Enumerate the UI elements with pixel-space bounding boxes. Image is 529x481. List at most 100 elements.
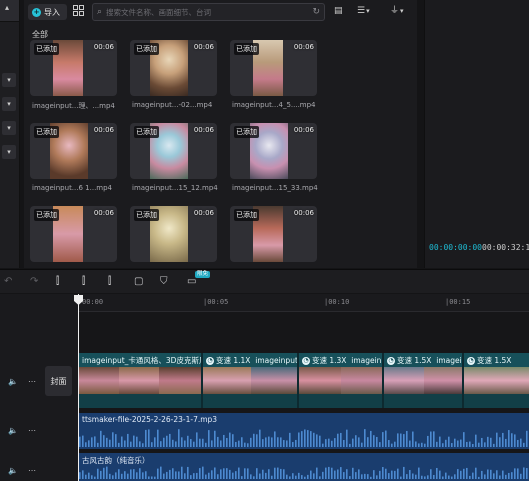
shield-icon[interactable]: ⛉	[160, 276, 168, 287]
clip-label: imageinput_	[255, 356, 299, 365]
video-clip[interactable]: ◔ 变速 1.1X imageinput_	[203, 353, 299, 408]
chevron-down-icon: ▾	[400, 7, 404, 15]
filter-icon: ⏚	[390, 6, 400, 16]
more-icon[interactable]: ⋯	[28, 466, 36, 475]
clip-label: 变速 1.5X	[397, 356, 432, 365]
video-clip[interactable]: ◔ 变速 1.3X imagein	[299, 353, 384, 408]
duration-label: 00:06	[193, 126, 214, 134]
current-timecode: 00:00:00:00	[429, 243, 482, 252]
delete-icon[interactable]: ▢	[134, 276, 143, 287]
speed-icon: ◔	[387, 357, 395, 365]
expand-chevron-button[interactable]: ▾	[2, 97, 16, 111]
added-badge: 已添加	[134, 209, 159, 221]
playhead[interactable]	[78, 294, 79, 481]
ruler-label: |00:15	[445, 298, 471, 306]
chevron-down-icon: ▾	[7, 76, 11, 84]
import-label: 导入	[44, 7, 60, 17]
split-icon[interactable]: ⫿	[56, 276, 59, 287]
view-toggle-button[interactable]: ▤	[334, 5, 343, 18]
expand-chevron-button[interactable]: ▾	[2, 121, 16, 135]
added-badge: 已添加	[34, 126, 59, 138]
search-placeholder: 搜索文件名称、画面细节、台词	[106, 7, 212, 17]
more-icon[interactable]: ⋯	[28, 426, 36, 435]
media-filename: imageinput...4_5....mp4	[232, 101, 316, 109]
speaker-icon[interactable]: 🔈	[8, 426, 18, 435]
added-badge: 已添加	[34, 209, 59, 221]
timeline-toolbar	[0, 269, 529, 293]
import-button[interactable]: + 导入	[28, 4, 67, 20]
media-filename: imageinput...-02...mp4	[132, 101, 213, 109]
clip-label: 变速 1.1X	[216, 356, 251, 365]
search-icon: ⌕	[97, 7, 103, 17]
added-badge: 已添加	[134, 126, 159, 138]
audio-track[interactable]: ttsmaker-file-2025-2-26-23-1-7.mp3	[79, 413, 529, 449]
player-panel	[424, 0, 529, 268]
sort-button[interactable]: ☰ ▾	[357, 5, 370, 18]
media-card[interactable]: 已添加 00:06	[230, 40, 317, 96]
media-card[interactable]: 已添加 00:06	[130, 123, 217, 179]
media-card[interactable]: 已添加 00:06	[230, 206, 317, 262]
duration-label: 00:06	[293, 209, 314, 217]
split-right-icon[interactable]: ⫿	[108, 276, 111, 287]
expand-chevron-button[interactable]: ▾	[2, 145, 16, 159]
media-card[interactable]: 已添加 00:06	[30, 40, 117, 96]
speed-icon: ◔	[206, 357, 214, 365]
collapse-button[interactable]: ▴	[0, 0, 19, 22]
media-filename: imageinput...15_12.mp4	[132, 184, 218, 192]
media-filename: imageinput...6 1...mp4	[32, 184, 113, 192]
split-left-icon[interactable]: ⫿	[82, 276, 85, 287]
list-view-icon: ▤	[334, 6, 343, 16]
video-clip[interactable]: ◔ 变速 1.5X imagei	[384, 353, 464, 408]
clip-label: 变速 1.5X	[477, 356, 512, 365]
grid-view-icon[interactable]	[72, 5, 85, 18]
audio-waveform	[79, 466, 528, 479]
audio-clip-label: ttsmaker-file-2025-2-26-23-1-7.mp3	[82, 415, 218, 424]
expand-chevron-button[interactable]: ▾	[2, 73, 16, 87]
chevron-down-icon: ▾	[7, 148, 11, 156]
clip-label: imageinput_卡通风格、3D皮克斯风	[82, 356, 203, 365]
added-badge: 已添加	[134, 43, 159, 55]
redo-icon[interactable]: ↷	[30, 276, 38, 287]
audio-track[interactable]: 古风古韵（纯音乐）	[79, 453, 529, 481]
duration-label: 00:06	[93, 43, 114, 51]
media-filename: imageinput...理、...mp4	[32, 102, 115, 110]
refresh-icon[interactable]: ↻	[312, 7, 320, 17]
duration-label: 00:06	[93, 126, 114, 134]
added-badge: 已添加	[234, 126, 259, 138]
speaker-icon[interactable]: 🔈	[8, 377, 18, 386]
media-filename: imageinput...15_33.mp4	[232, 184, 318, 192]
sort-icon: ☰	[357, 6, 366, 16]
added-badge: 已添加	[234, 209, 259, 221]
duration-label: 00:06	[293, 43, 314, 51]
media-card[interactable]: 已添加 00:06	[30, 123, 117, 179]
free-badge: 限免	[195, 271, 211, 278]
more-icon[interactable]: ⋯	[28, 377, 36, 386]
cover-button[interactable]: 封面	[45, 366, 72, 396]
chevron-down-icon: ▾	[7, 100, 11, 108]
ruler-label: |00:10	[324, 298, 350, 306]
media-card[interactable]: 已添加 00:06	[230, 123, 317, 179]
media-card[interactable]: 已添加 00:06	[130, 206, 217, 262]
ruler-label: |00:05	[203, 298, 229, 306]
added-badge: 已添加	[234, 43, 259, 55]
chevron-down-icon: ▾	[366, 7, 370, 15]
duration-label: 00:06	[293, 126, 314, 134]
media-card[interactable]: 已添加 00:06	[130, 40, 217, 96]
ruler-label: 00:00	[82, 298, 104, 306]
added-badge: 已添加	[34, 43, 59, 55]
clip-label: imagein	[351, 356, 382, 365]
video-track[interactable]: imageinput_卡通风格、3D皮克斯风 ◔ 变速 1.1X imageinp…	[79, 353, 529, 408]
chevron-down-icon: ▾	[7, 124, 11, 132]
search-input[interactable]: ⌕ 搜索文件名称、画面细节、台词 ↻	[92, 3, 325, 21]
undo-icon[interactable]: ↶	[4, 276, 12, 287]
filter-button[interactable]: ⏚ ▾	[390, 5, 404, 18]
media-card[interactable]: 已添加 00:06	[30, 206, 117, 262]
speed-icon: ◔	[302, 357, 310, 365]
duration-label: 00:06	[93, 209, 114, 217]
speaker-icon[interactable]: 🔈	[8, 466, 18, 475]
total-timecode: 00:00:32:14	[482, 243, 529, 252]
video-clip[interactable]: ◔ 变速 1.5X	[464, 353, 529, 408]
clip-label: imagei	[436, 356, 462, 365]
duration-label: 00:06	[193, 209, 214, 217]
video-clip[interactable]: imageinput_卡通风格、3D皮克斯风	[79, 353, 203, 408]
